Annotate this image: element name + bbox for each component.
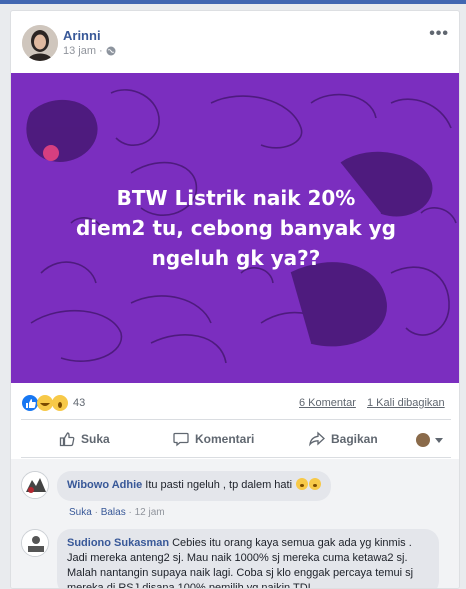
comment-reply-link[interactable]: Balas [101,507,126,518]
grin-emoji-icon [309,478,322,490]
comment-item: Sudiono Sukasman Cebies itu orang kaya se… [21,529,451,588]
commenter-name[interactable]: Wibowo Adhie [67,479,142,491]
globe-icon [106,46,116,56]
comment-footer: Suka · Balas · 12 jam [69,507,165,518]
chevron-down-icon [435,437,443,443]
post-header: Arinni 13 jam · ••• [11,11,459,73]
post-timestamp[interactable]: 13 jam [63,45,96,57]
grin-emoji-icon [296,478,309,490]
commenter-avatar[interactable] [21,471,49,499]
post-author-name[interactable]: Arinni [63,28,101,43]
share-button[interactable]: Bagikan [309,431,378,447]
comments-section: Wibowo Adhie Itu pasti ngeluh , tp dalem … [11,459,459,588]
reactions-bar: 43 6 Komentar 1 Kali dibagikan [11,389,459,417]
share-label: Bagikan [331,432,378,446]
comment-icon [173,432,189,447]
divider [21,457,451,458]
like-button[interactable]: Suka [59,431,110,447]
more-options-icon[interactable]: ••• [429,25,449,43]
comment-button[interactable]: Komentari [173,431,254,447]
comment-bubble: Sudiono Sukasman Cebies itu orang kaya se… [57,529,439,588]
comment-time[interactable]: 12 jam [135,507,165,518]
post-actions: Suka Komentari Bagikan [11,423,459,455]
commenter-name[interactable]: Sudiono Sukasman [67,537,169,549]
thumbs-up-icon [59,432,75,447]
divider [21,419,451,420]
comment-text: Itu pasti ngeluh , tp dalem hati [145,479,293,491]
post-text-line-3: ngeluh gk ya?? [151,246,321,270]
comment-item: Wibowo Adhie Itu pasti ngeluh , tp dalem … [21,471,451,521]
post-meta: 13 jam · [63,45,116,57]
post-card: Arinni 13 jam · ••• BTW Listrik naik 20%… [10,10,460,589]
like-label: Suka [81,432,110,446]
author-avatar[interactable] [22,25,58,61]
share-icon [309,431,325,447]
comments-count-link[interactable]: 6 Komentar [299,397,356,409]
post-text-line-1: BTW Listrik naik 20% [116,186,356,210]
react-as-selector[interactable] [416,433,443,447]
reaction-count[interactable]: 43 [73,397,85,409]
post-text-line-2: diem2 tu, cebong banyak yg [75,216,396,240]
comment-like-link[interactable]: Suka [69,507,92,518]
reaction-icons[interactable] [21,394,71,412]
viewer-avatar [416,433,430,447]
comment-bubble: Wibowo Adhie Itu pasti ngeluh , tp dalem … [57,471,332,501]
commenter-avatar[interactable] [21,529,49,557]
shares-count-link[interactable]: 1 Kali dibagikan [367,397,445,409]
post-image[interactable]: BTW Listrik naik 20% diem2 tu, cebong ba… [11,73,459,383]
post-image-text: BTW Listrik naik 20% diem2 tu, cebong ba… [11,183,459,273]
comment-label: Komentari [195,432,255,446]
top-nav-bar [0,0,466,4]
